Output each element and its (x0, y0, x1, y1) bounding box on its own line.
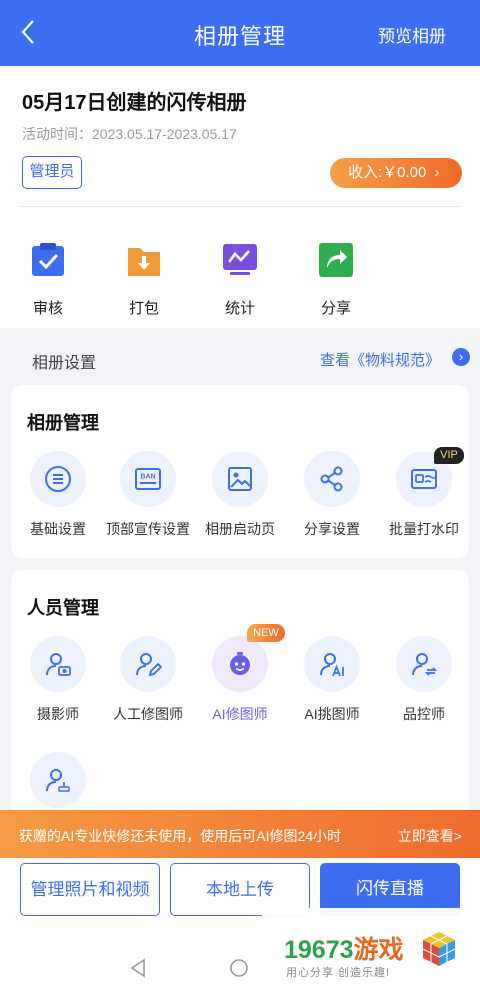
tool-basic-settings[interactable]: 基础设置 (8, 451, 108, 539)
new-badge: NEW (247, 624, 285, 642)
staff-retoucher[interactable]: 人工修图师 (98, 636, 198, 724)
ai-picker-icon (320, 653, 344, 677)
watermark-brand: 19673游戏 (284, 930, 404, 966)
staff-label: 品控师 (403, 706, 445, 722)
package-folder-icon (128, 248, 160, 276)
material-spec-link[interactable]: 查看《物料规范》 (320, 349, 440, 370)
quick-action-statistics[interactable]: 统计 (204, 242, 276, 318)
staff-label: 摄影师 (37, 706, 79, 722)
settings-section-label: 相册设置 (32, 355, 97, 372)
quick-action-review[interactable]: 审核 (12, 242, 84, 318)
card-title: 相册管理 (27, 413, 99, 433)
vip-badge: VIP (434, 447, 464, 464)
list-settings-icon (45, 466, 71, 492)
ai-promo-banner[interactable]: 获赠的AI专业快修还未使用，使用后可AI修图24小时 立即查看> (0, 810, 480, 858)
album-title: 05月17日创建的闪传相册 (22, 92, 247, 114)
share-nodes-icon (320, 466, 343, 492)
staff-ai-retoucher[interactable]: AI修图师 (190, 636, 290, 724)
quick-action-label: 打包 (128, 300, 159, 317)
tool-top-banner-settings[interactable]: BAN 顶部宣传设置 (98, 451, 198, 539)
income-button[interactable]: 收入:￥0.00 › (330, 158, 462, 188)
tool-share-settings[interactable]: 分享设置 (282, 451, 382, 539)
staff-label: AI挑图师 (304, 706, 360, 722)
watermark-brand-text: 游戏 (353, 936, 404, 964)
tool-label: 分享设置 (304, 521, 360, 537)
tool-label: 基础设置 (30, 521, 86, 537)
tool-label: 批量打水印 (389, 521, 459, 537)
watermark-slogan: 用心分享 创造乐趣! (286, 967, 391, 979)
top-bar: 相册管理 预览相册 (0, 0, 480, 66)
manage-media-button[interactable]: 管理照片和视频 (20, 863, 160, 916)
staff-label: AI修图师 (212, 706, 268, 722)
album-info-section: 05月17日创建的闪传相册 活动时间：2023.05.17-2023.05.17… (0, 66, 480, 328)
watermark-number: 19673 (284, 936, 354, 964)
quick-action-label: 分享 (320, 300, 351, 317)
staff-add-member[interactable] (8, 752, 108, 808)
cube-logo-icon (422, 932, 456, 966)
role-badge: 管理员 (22, 156, 82, 189)
activity-time: 活动时间：2023.05.17-2023.05.17 (22, 126, 237, 142)
tool-label: 顶部宣传设置 (106, 521, 190, 537)
share-arrow-icon (319, 243, 353, 277)
photographer-icon (46, 653, 71, 676)
staff-ai-picker[interactable]: AI挑图师 (282, 636, 382, 724)
user-stamp-icon (46, 769, 70, 792)
banner-icon-text: BAN (140, 474, 155, 481)
income-label: 收入:￥0.00 (348, 164, 427, 181)
quick-action-label: 审核 (32, 300, 63, 317)
tool-batch-watermark[interactable]: 批量打水印 (374, 451, 474, 539)
chevron-right-icon: › (434, 164, 440, 181)
tool-launch-page[interactable]: 相册启动页 (190, 451, 290, 539)
tool-label: 相册启动页 (205, 521, 275, 537)
banner-view-link[interactable]: 立即查看> (398, 826, 462, 846)
divider (20, 206, 460, 207)
banner-text: 获赠的AI专业快修还未使用，使用后可AI修图24小时 (19, 828, 342, 844)
watermark-card-icon (411, 469, 437, 489)
ai-retouch-icon (230, 652, 250, 675)
retoucher-icon (136, 653, 162, 677)
quick-action-share[interactable]: 分享 (300, 242, 372, 318)
quick-action-package[interactable]: 打包 (108, 242, 180, 318)
preview-album-button[interactable]: 预览相册 (378, 22, 446, 47)
nav-back-icon[interactable] (128, 958, 148, 978)
quality-control-icon (412, 653, 438, 676)
review-clipboard-icon (32, 243, 64, 276)
staff-photographer[interactable]: 摄影师 (8, 636, 108, 724)
nav-home-icon[interactable] (229, 958, 249, 978)
banner-icon: BAN (135, 468, 161, 490)
site-watermark: 19673游戏 用心分享 创造乐趣! (262, 908, 480, 994)
staff-label: 人工修图师 (113, 706, 183, 722)
card-title: 人员管理 (27, 598, 99, 618)
statistics-chart-icon (223, 244, 257, 275)
album-management-card: 相册管理 基础设置 BAN 顶部宣传设置 相册启动页 分享设置 批量打水印 VI… (11, 385, 469, 558)
chevron-right-circle-icon[interactable]: › (452, 348, 470, 366)
quick-action-label: 统计 (224, 300, 255, 317)
image-icon (228, 467, 252, 491)
staff-management-card: 人员管理 摄影师 人工修图师 AI修图师 NEW AI挑图师 品控师 (11, 570, 469, 820)
staff-quality-control[interactable]: 品控师 (374, 636, 474, 724)
